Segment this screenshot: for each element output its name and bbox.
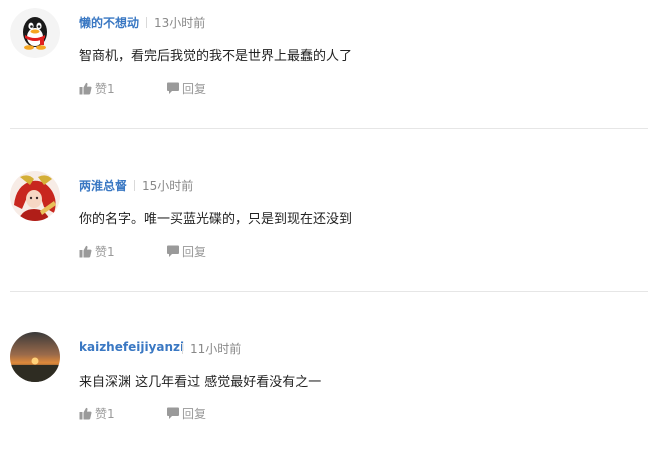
username[interactable]: 懒的不想动 xyxy=(79,14,139,31)
avatar[interactable] xyxy=(10,332,60,382)
separator xyxy=(182,343,183,354)
speech-bubble-icon xyxy=(167,82,179,94)
comment-text: 来自深渊 这几年看过 感觉最好看没有之一 xyxy=(79,375,322,390)
like-count: 赞1 xyxy=(95,407,115,421)
comment-item: kaizhefeijiyanzi 11小时前 来自深渊 这几年看过 感觉最好看没… xyxy=(0,326,648,456)
comment-text: 智商机，看完后我觉的我不是世界上最蠢的人了 xyxy=(79,49,353,64)
like-count: 赞1 xyxy=(95,245,115,259)
username[interactable]: kaizhefeijiyanzi xyxy=(79,340,184,354)
comment-text: 你的名字。唯一买蓝光碟的，只是到现在还没到 xyxy=(79,212,353,227)
timestamp: 15小时前 xyxy=(142,179,194,193)
comment-item: 两淮总督 15小时前 你的名字。唯一买蓝光碟的，只是到现在还没到 赞1 回复 xyxy=(0,163,648,293)
speech-bubble-icon xyxy=(167,407,179,419)
timestamp: 11小时前 xyxy=(190,342,242,356)
thumbs-up-icon xyxy=(79,245,92,258)
comment-item: 懒的不想动 13小时前 智商机，看完后我觉的我不是世界上最蠢的人了 赞1 回复 xyxy=(0,0,648,130)
reply-button[interactable]: 回复 xyxy=(166,81,210,97)
reply-label: 回复 xyxy=(182,245,207,259)
like-button[interactable]: 赞1 xyxy=(79,406,119,422)
username[interactable]: 两淮总督 xyxy=(79,177,127,194)
divider xyxy=(10,128,648,129)
thumbs-up-icon xyxy=(79,407,92,420)
qq-penguin-icon xyxy=(10,8,60,58)
timestamp: 13小时前 xyxy=(154,16,206,30)
separator xyxy=(134,180,135,191)
reply-button[interactable]: 回复 xyxy=(166,406,210,422)
reply-button[interactable]: 回复 xyxy=(166,244,210,260)
separator xyxy=(146,17,147,28)
like-button[interactable]: 赞1 xyxy=(79,81,119,97)
thumbs-up-icon xyxy=(79,82,92,95)
avatar[interactable] xyxy=(10,8,60,58)
sunset-photo-icon xyxy=(10,332,60,382)
avatar[interactable] xyxy=(10,171,60,221)
like-button[interactable]: 赞1 xyxy=(79,244,119,260)
divider xyxy=(10,291,648,292)
like-count: 赞1 xyxy=(95,82,115,96)
reply-label: 回复 xyxy=(182,82,207,96)
speech-bubble-icon xyxy=(167,245,179,257)
reply-label: 回复 xyxy=(182,407,207,421)
anime-character-icon xyxy=(10,171,60,221)
